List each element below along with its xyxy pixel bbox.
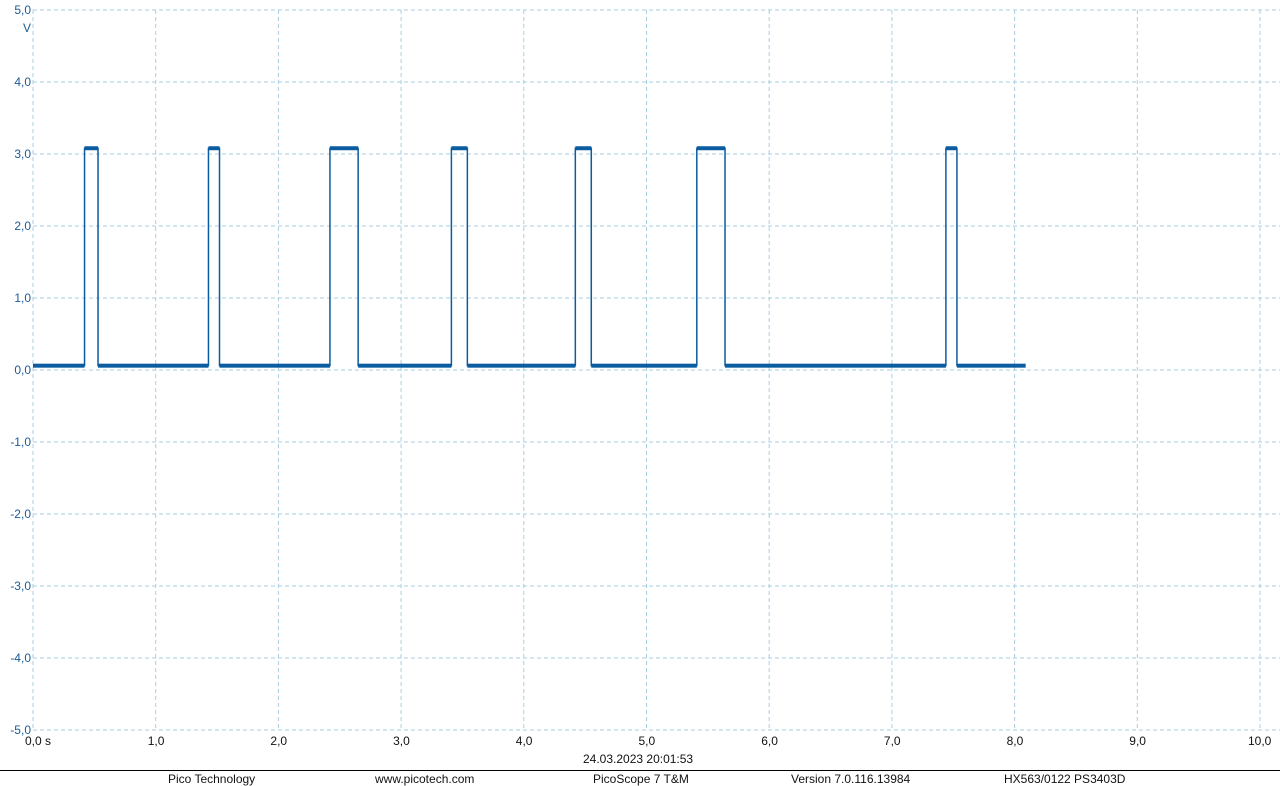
y-tick-label: 5,0	[14, 3, 31, 17]
footer-device: HX563/0122 PS3403D	[1004, 772, 1126, 786]
capture-timestamp: 24.03.2023 20:01:53	[583, 752, 694, 766]
y-tick-label: 1,0	[14, 291, 31, 305]
y-tick-label: 4,0	[14, 75, 31, 89]
y-tick-label: 0,0	[14, 363, 31, 377]
x-tick-label: 8,0	[1007, 734, 1024, 748]
low-level-segment	[98, 363, 209, 368]
footer-product: PicoScope 7 T&M	[593, 772, 689, 786]
x-tick-label: 10,0	[1248, 734, 1272, 748]
footer-website: www.picotech.com	[375, 772, 475, 786]
pulse-high-segment	[575, 146, 592, 151]
y-axis-unit: V	[23, 21, 31, 35]
x-tick-label: 3,0	[393, 734, 410, 748]
signal-trace	[33, 147, 1026, 367]
footer: Pico Technology www.picotech.com PicoSco…	[0, 770, 1280, 786]
low-level-segment	[725, 363, 946, 368]
y-tick-label: -5,0	[10, 723, 31, 737]
pulse-high-segment	[208, 146, 220, 151]
x-tick-label: 1,0	[148, 734, 165, 748]
pulse-high-segment	[696, 146, 726, 151]
x-tick-label: 9,0	[1129, 734, 1146, 748]
y-tick-label: 2,0	[14, 219, 31, 233]
y-tick-label: -1,0	[10, 435, 31, 449]
y-tick-label: -3,0	[10, 579, 31, 593]
pulse-high-segment	[84, 146, 99, 151]
pulse-high-segment	[945, 146, 957, 151]
pulse-high-segment	[451, 146, 468, 151]
x-tick-label: 4,0	[516, 734, 533, 748]
y-tick-label: -2,0	[10, 507, 31, 521]
low-level-segment	[358, 363, 452, 368]
y-tick-label: 3,0	[14, 147, 31, 161]
low-level-segment	[591, 363, 697, 368]
footer-version: Version 7.0.116.13984	[791, 772, 911, 786]
footer-company: Pico Technology	[168, 772, 256, 786]
low-level-segment	[33, 363, 85, 368]
x-tick-label: 5,0	[639, 734, 656, 748]
y-tick-label: -4,0	[10, 651, 31, 665]
low-level-segment	[467, 363, 576, 368]
low-level-segment	[956, 363, 1026, 368]
pulse-high-segment	[329, 146, 359, 151]
x-tick-label: 7,0	[884, 734, 901, 748]
low-level-segment	[219, 363, 330, 368]
x-tick-label: 2,0	[270, 734, 287, 748]
oscilloscope-chart: 0,0 s 1,0 2,0 3,0 4,0 5,0 6,0 7,0 8,0 9,0 10,05,04…	[10, 3, 1280, 748]
x-tick-label: 6,0	[761, 734, 778, 748]
